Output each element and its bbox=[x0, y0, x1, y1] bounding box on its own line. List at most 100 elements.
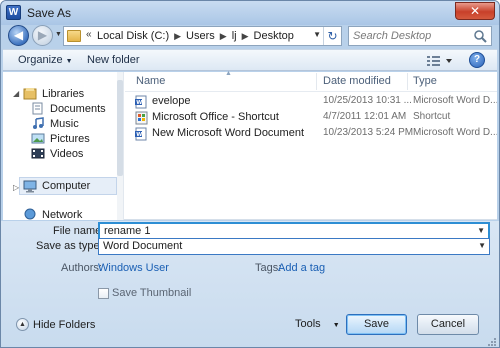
videos-icon bbox=[31, 148, 45, 159]
nav-item-videos[interactable]: Videos bbox=[31, 147, 83, 160]
tags-field[interactable]: Add a tag bbox=[278, 262, 325, 274]
help-icon[interactable]: ? bbox=[469, 52, 485, 68]
change-view-icon[interactable] bbox=[425, 53, 455, 68]
save-as-type-select[interactable]: Word Document ▼ bbox=[98, 238, 490, 255]
file-type: Microsoft Word D... bbox=[413, 95, 497, 106]
list-item[interactable]: W evelope 10/25/2013 10:31 ... Microsoft… bbox=[125, 94, 497, 110]
hide-folders-button[interactable]: ▲ Hide Folders bbox=[16, 318, 95, 331]
column-header-name[interactable]: Name bbox=[136, 75, 165, 87]
save-form: File name: ▼ Save as type: Word Document… bbox=[1, 221, 499, 347]
authors-field[interactable]: Windows User bbox=[98, 262, 169, 274]
nav-label-documents: Documents bbox=[50, 102, 106, 115]
word-document-icon: W bbox=[135, 95, 147, 109]
list-item[interactable]: W New Microsoft Word Document 10/23/2013… bbox=[125, 126, 497, 142]
nav-label-pictures: Pictures bbox=[50, 132, 90, 145]
title-bar[interactable]: W Save As ✕ bbox=[1, 1, 499, 25]
save-thumbnail-label[interactable]: Save Thumbnail bbox=[112, 287, 191, 299]
documents-icon bbox=[32, 102, 43, 115]
save-thumbnail-checkbox[interactable] bbox=[98, 288, 109, 299]
nav-item-computer[interactable]: Computer bbox=[19, 177, 117, 195]
address-dropdown-icon[interactable]: ▼ bbox=[313, 30, 321, 39]
chevron-down-icon: ▼ bbox=[65, 58, 73, 65]
libraries-icon bbox=[23, 88, 37, 100]
address-row: ◀ ▶ ▼ « Local Disk (C:) ▶ Users ▶ lj ▶ D… bbox=[1, 25, 499, 47]
file-date: 10/23/2013 5:24 PM bbox=[323, 127, 414, 138]
nav-item-music[interactable]: Music bbox=[31, 117, 79, 130]
music-icon bbox=[33, 117, 44, 129]
resize-grip-icon[interactable] bbox=[487, 337, 497, 347]
breadcrumb: Local Disk (C:) ▶ Users ▶ lj ▶ Desktop bbox=[97, 30, 294, 42]
crumb-local-disk[interactable]: Local Disk (C:) bbox=[97, 30, 169, 42]
network-icon bbox=[24, 208, 36, 220]
save-as-type-value: Word Document bbox=[103, 240, 183, 252]
new-folder-button[interactable]: New folder bbox=[87, 54, 140, 66]
column-header-type[interactable]: Type bbox=[413, 75, 437, 87]
nav-scrollbar-thumb[interactable] bbox=[117, 80, 123, 176]
forward-button[interactable]: ▶ bbox=[32, 25, 53, 46]
word-document-icon: W bbox=[135, 127, 147, 141]
file-name: evelope bbox=[152, 95, 191, 107]
file-type: Microsoft Word D... bbox=[413, 127, 497, 138]
nav-label-libraries: Libraries bbox=[42, 87, 85, 100]
chevron-down-icon[interactable]: ▼ bbox=[477, 226, 485, 235]
nav-label-computer: Computer bbox=[42, 180, 91, 192]
column-headers: ▲ Name Date modified Type bbox=[125, 70, 497, 92]
chevron-right-icon[interactable]: ▶ bbox=[174, 31, 181, 42]
column-divider[interactable] bbox=[316, 73, 317, 90]
refresh-icon[interactable]: ↻ bbox=[323, 27, 341, 45]
crumb-lj[interactable]: lj bbox=[232, 30, 237, 42]
svg-text:W: W bbox=[136, 132, 142, 138]
list-item[interactable]: Microsoft Office - Shortcut 4/7/2011 12:… bbox=[125, 110, 497, 126]
file-list: ▲ Name Date modified Type W evelope 10/2… bbox=[125, 70, 497, 220]
nav-label-music: Music bbox=[50, 117, 79, 130]
save-button[interactable]: Save bbox=[346, 314, 407, 335]
column-header-date[interactable]: Date modified bbox=[323, 75, 391, 87]
save-as-type-label: Save as type: bbox=[36, 240, 103, 252]
nav-item-documents[interactable]: Documents bbox=[31, 102, 106, 115]
tools-button[interactable]: Tools ▼ bbox=[295, 318, 340, 330]
crumb-users[interactable]: Users bbox=[186, 30, 215, 42]
hide-folders-label: Hide Folders bbox=[33, 318, 96, 331]
browser-pane: ◢ Libraries Documents Music Pictures Vid… bbox=[3, 70, 497, 220]
word-app-icon: W bbox=[6, 5, 21, 20]
chevron-right-icon[interactable]: ▶ bbox=[220, 31, 227, 42]
chevron-down-icon: ▼ bbox=[332, 322, 340, 329]
organize-button[interactable]: Organize ▼ bbox=[18, 54, 73, 66]
shortcut-icon bbox=[135, 111, 148, 125]
search-icon[interactable] bbox=[473, 29, 487, 43]
crumb-desktop[interactable]: Desktop bbox=[254, 30, 294, 42]
chevron-up-icon: ▲ bbox=[16, 318, 29, 331]
collapse-icon[interactable]: ◢ bbox=[13, 89, 19, 98]
computer-icon bbox=[23, 180, 37, 192]
nav-item-network[interactable]: Network bbox=[23, 208, 82, 220]
nav-scrollbar[interactable] bbox=[117, 72, 123, 220]
cancel-button[interactable]: Cancel bbox=[417, 314, 479, 335]
chevron-left-icon[interactable]: « bbox=[86, 29, 92, 40]
tools-label: Tools bbox=[295, 318, 321, 330]
file-type: Shortcut bbox=[413, 111, 451, 122]
back-button[interactable]: ◀ bbox=[8, 25, 29, 46]
save-as-dialog: W Save As ✕ ◀ ▶ ▼ « Local Disk (C:) ▶ Us… bbox=[0, 0, 500, 348]
file-name: Microsoft Office - Shortcut bbox=[152, 111, 279, 123]
chevron-down-icon[interactable]: ▼ bbox=[478, 241, 486, 250]
file-name-input[interactable] bbox=[100, 224, 470, 238]
nav-item-libraries[interactable]: Libraries bbox=[23, 87, 84, 100]
file-name: New Microsoft Word Document bbox=[152, 127, 305, 139]
folder-icon bbox=[67, 30, 81, 42]
command-bar: Organize ▼ New folder ? bbox=[3, 49, 497, 71]
file-name-label: File name: bbox=[53, 225, 105, 237]
pictures-icon bbox=[31, 133, 45, 144]
recent-pages-dropdown-icon[interactable]: ▼ bbox=[55, 31, 62, 38]
close-button[interactable]: ✕ bbox=[455, 2, 495, 20]
chevron-right-icon[interactable]: ▶ bbox=[242, 31, 249, 42]
search-box[interactable] bbox=[348, 26, 492, 46]
nav-label-network: Network bbox=[42, 208, 83, 221]
search-input[interactable] bbox=[349, 27, 469, 45]
file-date: 4/7/2011 12:01 AM bbox=[323, 111, 407, 122]
nav-item-pictures[interactable]: Pictures bbox=[31, 132, 90, 145]
sort-ascending-icon: ▲ bbox=[225, 70, 232, 77]
file-date: 10/25/2013 10:31 ... bbox=[323, 95, 412, 106]
column-divider[interactable] bbox=[407, 73, 408, 90]
address-bar[interactable]: « Local Disk (C:) ▶ Users ▶ lj ▶ Desktop… bbox=[63, 26, 342, 46]
svg-text:W: W bbox=[136, 100, 142, 106]
